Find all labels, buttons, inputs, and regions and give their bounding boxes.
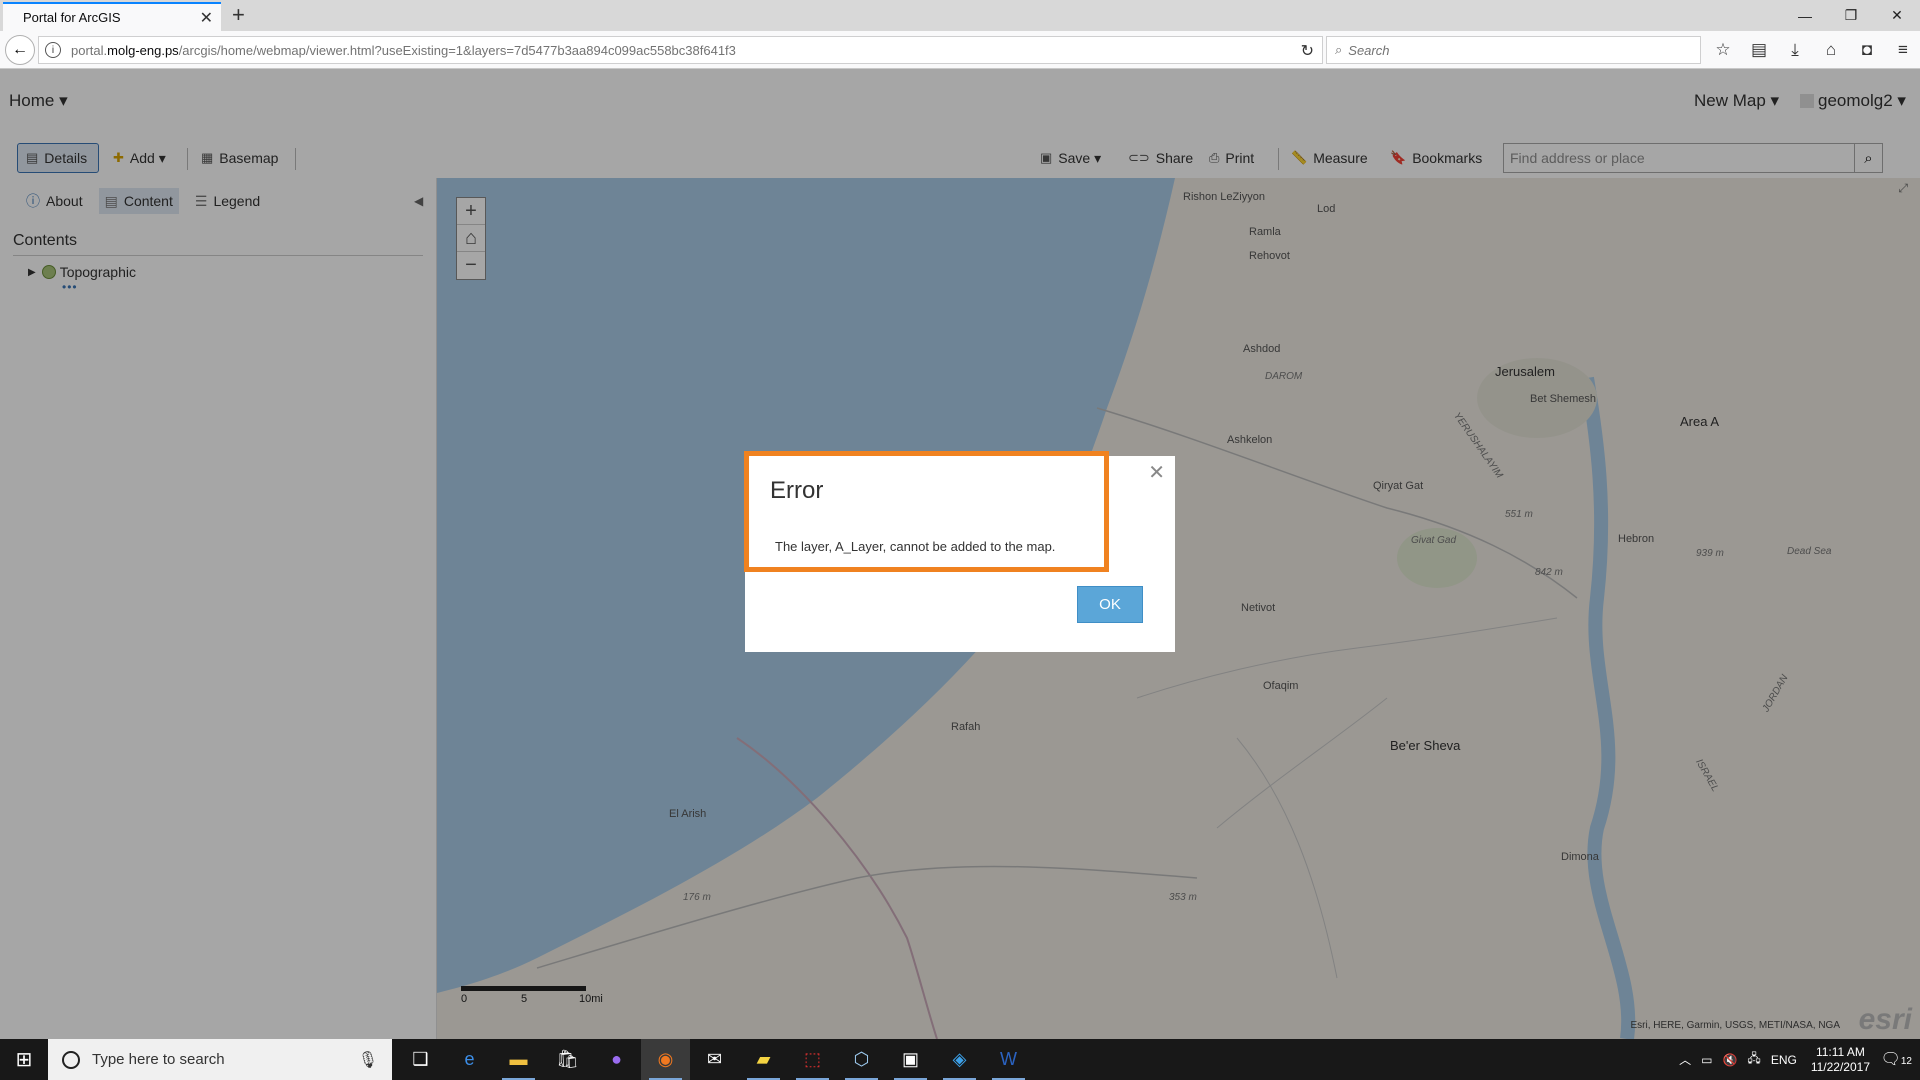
browser-toolbar-icons: ☆ ▤ ⤓ ⌂ ◘ ≡ (1705, 36, 1920, 64)
close-tab-icon[interactable]: ✕ (200, 8, 213, 28)
window-controls: — ❐ ✕ (1782, 0, 1920, 31)
word-icon[interactable]: W (984, 1039, 1033, 1080)
chevron-up-icon[interactable]: ︿ (1679, 1051, 1691, 1068)
edge-icon[interactable]: e (445, 1039, 494, 1080)
firefox-icon[interactable]: ◉ (641, 1039, 690, 1080)
bookmark-star-icon[interactable]: ☆ (1705, 36, 1741, 64)
windows-start-icon[interactable]: ⊞ (0, 1039, 48, 1080)
home-icon[interactable]: ⌂ (1813, 36, 1849, 64)
browser-tab[interactable]: Portal for ArcGIS ✕ (3, 2, 221, 31)
browser-tab-bar: Portal for ArcGIS ✕ + — ❐ ✕ (0, 0, 1920, 31)
sticky-notes-icon[interactable]: ▰ (739, 1039, 788, 1080)
notification-count: 12 (1900, 1056, 1912, 1067)
browser-search-field[interactable]: ⌕ Search (1326, 36, 1701, 64)
virtualbox-icon[interactable]: ⬡ (837, 1039, 886, 1080)
network-icon[interactable]: 🖧 (1747, 1049, 1760, 1070)
pocket-icon[interactable]: ◘ (1849, 36, 1885, 64)
library-icon[interactable]: ▤ (1741, 36, 1777, 64)
network-app-icon[interactable]: ▣ (886, 1039, 935, 1080)
taskbar-search-placeholder: Type here to search (92, 1051, 225, 1068)
file-explorer-icon[interactable]: ▬ (494, 1039, 543, 1080)
microphone-icon[interactable]: 🎙 (358, 1050, 378, 1070)
browser-search-placeholder: Search (1348, 42, 1390, 58)
app-gear-icon[interactable]: ◈ (935, 1039, 984, 1080)
ok-button[interactable]: OK (1077, 586, 1143, 623)
download-icon[interactable]: ⤓ (1777, 36, 1813, 64)
url-domain: molg-eng.ps (107, 42, 179, 58)
acrobat-icon[interactable]: ⬚ (788, 1039, 837, 1080)
search-icon: ⌕ (1335, 42, 1343, 57)
close-icon[interactable]: ✕ (1148, 460, 1165, 485)
minimize-icon[interactable]: — (1782, 0, 1828, 31)
mail-icon[interactable]: ✉ (690, 1039, 739, 1080)
hamburger-menu-icon[interactable]: ≡ (1885, 36, 1920, 64)
clock[interactable]: 11:11 AM 11/22/2017 (1811, 1045, 1870, 1075)
url-prefix: portal. (71, 42, 108, 58)
notification-center-icon[interactable]: 🗨12 (1881, 1049, 1912, 1069)
reload-icon[interactable]: ↻ (1301, 41, 1314, 61)
clock-date: 11/22/2017 (1810, 1059, 1870, 1074)
taskbar-search[interactable]: Type here to search 🎙 (48, 1039, 392, 1080)
tab-title: Portal for ArcGIS (23, 10, 121, 25)
error-highlight-box (744, 451, 1109, 572)
restore-icon[interactable]: ❐ (1828, 0, 1874, 31)
close-window-icon[interactable]: ✕ (1874, 0, 1920, 31)
browser-nav-bar: ← i portal. molg-eng.ps/arcgis/home/webma… (0, 31, 1920, 69)
clock-time: 11:11 AM (1815, 1044, 1865, 1059)
language-indicator[interactable]: ENG (1771, 1053, 1797, 1067)
cortana-icon (62, 1050, 80, 1069)
volume-muted-icon[interactable]: 🔇 (1722, 1053, 1737, 1067)
store-icon[interactable]: 🛍 (543, 1039, 592, 1080)
system-tray: ︿ ▭ 🔇 🖧 ENG 11:11 AM 11/22/2017 (1669, 1039, 1870, 1080)
battery-icon[interactable]: ▭ (1701, 1053, 1712, 1067)
task-view-icon[interactable]: ❑ (396, 1039, 445, 1080)
app-orb-icon[interactable]: ● (592, 1039, 641, 1080)
url-path: /arcgis/home/webmap/viewer.html?useExist… (178, 42, 736, 58)
url-bar[interactable]: i portal. molg-eng.ps/arcgis/home/webmap/… (38, 36, 1323, 64)
info-icon[interactable]: i (45, 42, 61, 58)
windows-taskbar: ⊞ Type here to search 🎙 ❑ e ▬ 🛍 ● ◉ ✉ ▰ … (0, 1039, 1920, 1080)
back-arrow-icon[interactable]: ← (5, 35, 35, 65)
taskbar-apps: ❑ e ▬ 🛍 ● ◉ ✉ ▰ ⬚ ⬡ ▣ ◈ W (396, 1039, 1033, 1080)
new-tab-icon[interactable]: + (232, 4, 245, 26)
